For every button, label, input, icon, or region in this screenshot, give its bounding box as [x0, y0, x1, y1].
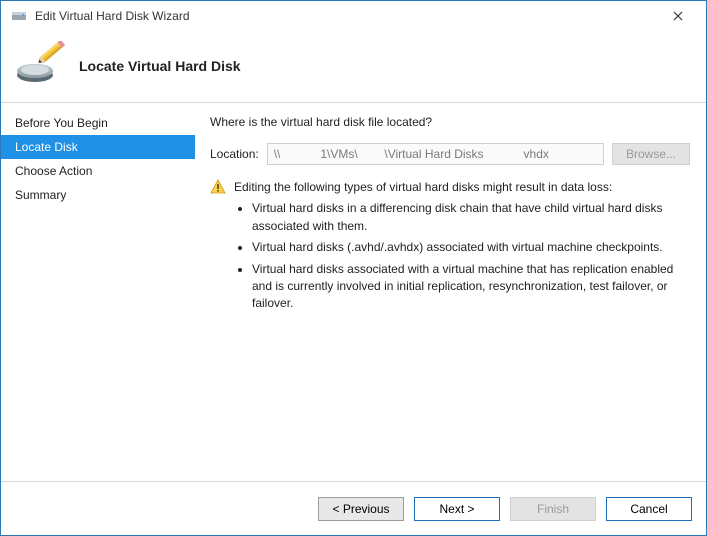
steps-sidebar: Before You Begin Locate Disk Choose Acti…: [1, 103, 196, 481]
next-button[interactable]: Next >: [414, 497, 500, 521]
browse-button: Browse...: [612, 143, 690, 165]
warning-icon: [210, 179, 226, 317]
step-before-you-begin[interactable]: Before You Begin: [1, 111, 195, 135]
warning-item: Virtual hard disks (.avhd/.avhdx) associ…: [252, 239, 690, 256]
location-input[interactable]: [267, 143, 604, 165]
step-locate-disk[interactable]: Locate Disk: [1, 135, 195, 159]
warning-list: Virtual hard disks in a differencing dis…: [234, 200, 690, 312]
warning-title: Editing the following types of virtual h…: [234, 180, 612, 194]
warning-text: Editing the following types of virtual h…: [234, 179, 690, 317]
cancel-button[interactable]: Cancel: [606, 497, 692, 521]
warning-item: Virtual hard disks associated with a vir…: [252, 261, 690, 313]
titlebar: Edit Virtual Hard Disk Wizard: [1, 1, 706, 31]
wizard-body: Before You Begin Locate Disk Choose Acti…: [1, 103, 706, 481]
page-title: Locate Virtual Hard Disk: [79, 58, 241, 74]
warning-item: Virtual hard disks in a differencing dis…: [252, 200, 690, 235]
step-choose-action[interactable]: Choose Action: [1, 159, 195, 183]
close-button[interactable]: [658, 4, 698, 28]
warning-block: Editing the following types of virtual h…: [210, 179, 690, 317]
location-row: Location: Browse...: [210, 143, 690, 165]
wizard-window: Edit Virtual Hard Disk Wizard: [0, 0, 707, 536]
wizard-header: Locate Virtual Hard Disk: [1, 31, 706, 103]
content-area: Where is the virtual hard disk file loca…: [196, 103, 706, 481]
app-icon: [11, 8, 27, 24]
previous-button[interactable]: < Previous: [318, 497, 404, 521]
prompt-text: Where is the virtual hard disk file loca…: [210, 115, 690, 129]
wizard-graphic-icon: [13, 41, 65, 90]
wizard-footer: < Previous Next > Finish Cancel: [1, 481, 706, 535]
window-title: Edit Virtual Hard Disk Wizard: [35, 9, 658, 23]
step-summary[interactable]: Summary: [1, 183, 195, 207]
finish-button: Finish: [510, 497, 596, 521]
location-label: Location:: [210, 147, 259, 161]
